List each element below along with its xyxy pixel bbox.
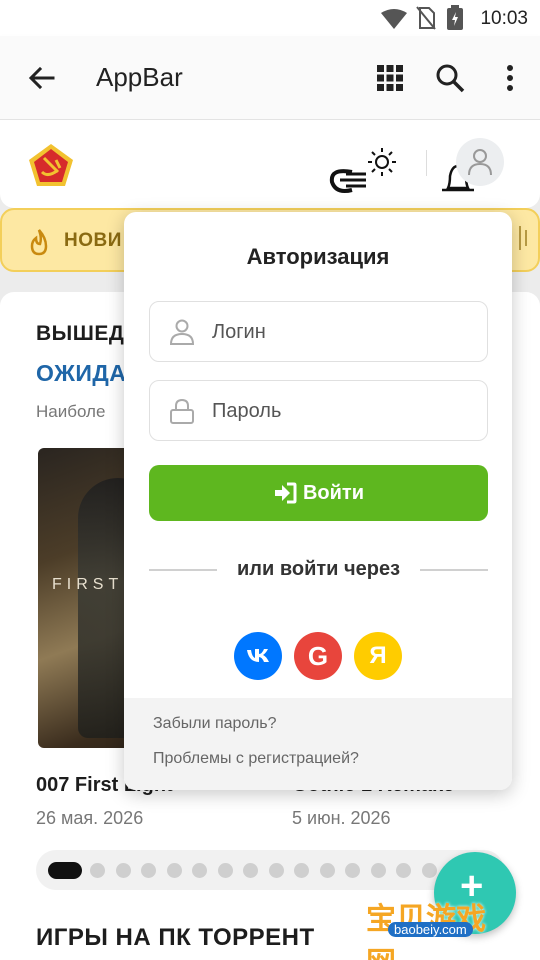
site-header bbox=[0, 120, 540, 208]
google-icon: G bbox=[307, 640, 329, 671]
sign-in-icon bbox=[274, 482, 297, 504]
forgot-password-link[interactable]: Забыли пароль? bbox=[153, 715, 277, 733]
user-icon bbox=[468, 149, 492, 176]
status-time: 10:03 bbox=[480, 8, 528, 29]
separator-line bbox=[420, 569, 488, 571]
login-input[interactable] bbox=[212, 314, 472, 350]
pager-dot[interactable] bbox=[141, 863, 156, 878]
battery-charging-icon bbox=[447, 5, 463, 30]
vk-icon bbox=[247, 649, 269, 662]
user-avatar-button[interactable] bbox=[456, 138, 504, 186]
pager-dot[interactable] bbox=[243, 863, 258, 878]
password-input[interactable] bbox=[212, 393, 472, 429]
lock-icon bbox=[170, 398, 194, 424]
site-logo[interactable] bbox=[26, 142, 76, 188]
pager-dot[interactable] bbox=[166, 863, 182, 878]
fire-icon bbox=[30, 229, 48, 256]
login-title: Авторизация bbox=[246, 244, 390, 269]
status-bar: 10:03 bbox=[0, 0, 540, 36]
game-release-date: 5 июн. 2026 bbox=[292, 808, 391, 828]
pager-dot[interactable] bbox=[268, 863, 284, 878]
more-vert-icon[interactable] bbox=[494, 62, 526, 94]
watermark: 宝贝游戏网 baobeiy.com bbox=[362, 872, 512, 960]
login-field[interactable] bbox=[149, 301, 488, 362]
section-title: ВЫШЕД bbox=[36, 322, 125, 345]
cover-title-art: FIRST bbox=[52, 576, 124, 593]
yandex-icon: Я bbox=[369, 642, 387, 669]
banner-edge-icon bbox=[519, 226, 527, 250]
login-dropdown: Авторизация Войти или войти через vk bbox=[124, 212, 512, 790]
or-separator: или войти через bbox=[149, 558, 488, 582]
yandex-login-button[interactable]: Я bbox=[354, 632, 402, 680]
pager-dot[interactable] bbox=[217, 863, 233, 878]
pager-dot[interactable] bbox=[294, 863, 309, 878]
vk-login-button[interactable]: vk bbox=[234, 632, 282, 680]
torrent-section-title: ИГРЫ НА ПК ТОРРЕНТ bbox=[36, 924, 315, 951]
section-description: Наиболе bbox=[36, 402, 106, 421]
section-subtitle-link[interactable]: ОЖИДА bbox=[36, 360, 126, 387]
theme-toggle-icon[interactable] bbox=[326, 146, 398, 196]
pager-dot[interactable] bbox=[115, 863, 131, 878]
app-bar: AppBar bbox=[0, 36, 540, 120]
password-field[interactable] bbox=[149, 380, 488, 441]
back-arrow-icon[interactable] bbox=[26, 62, 58, 94]
login-submit-button[interactable]: Войти bbox=[149, 465, 488, 521]
pager-dot-active[interactable] bbox=[48, 862, 82, 879]
app-bar-title: AppBar bbox=[96, 62, 183, 92]
login-submit-label: Войти bbox=[302, 481, 365, 504]
watermark-url: baobeiy.com bbox=[388, 922, 473, 937]
pager-dot[interactable] bbox=[319, 863, 335, 878]
grid-icon[interactable] bbox=[374, 62, 406, 94]
news-label: НОВИ bbox=[64, 230, 122, 251]
user-icon bbox=[170, 319, 194, 345]
login-footer: Забыли пароль? Проблемы с регистрацией? bbox=[124, 698, 512, 790]
header-divider bbox=[426, 150, 427, 176]
no-sim-icon bbox=[416, 6, 436, 30]
pager-dot[interactable] bbox=[345, 863, 360, 878]
google-login-button[interactable]: G bbox=[294, 632, 342, 680]
registration-problems-link[interactable]: Проблемы с регистрацией? bbox=[153, 750, 359, 768]
pager-dot[interactable] bbox=[90, 863, 105, 878]
search-icon[interactable] bbox=[434, 62, 466, 94]
wifi-icon bbox=[381, 9, 407, 29]
game-release-date: 26 мая. 2026 bbox=[36, 808, 144, 828]
pager-dot[interactable] bbox=[192, 863, 207, 878]
